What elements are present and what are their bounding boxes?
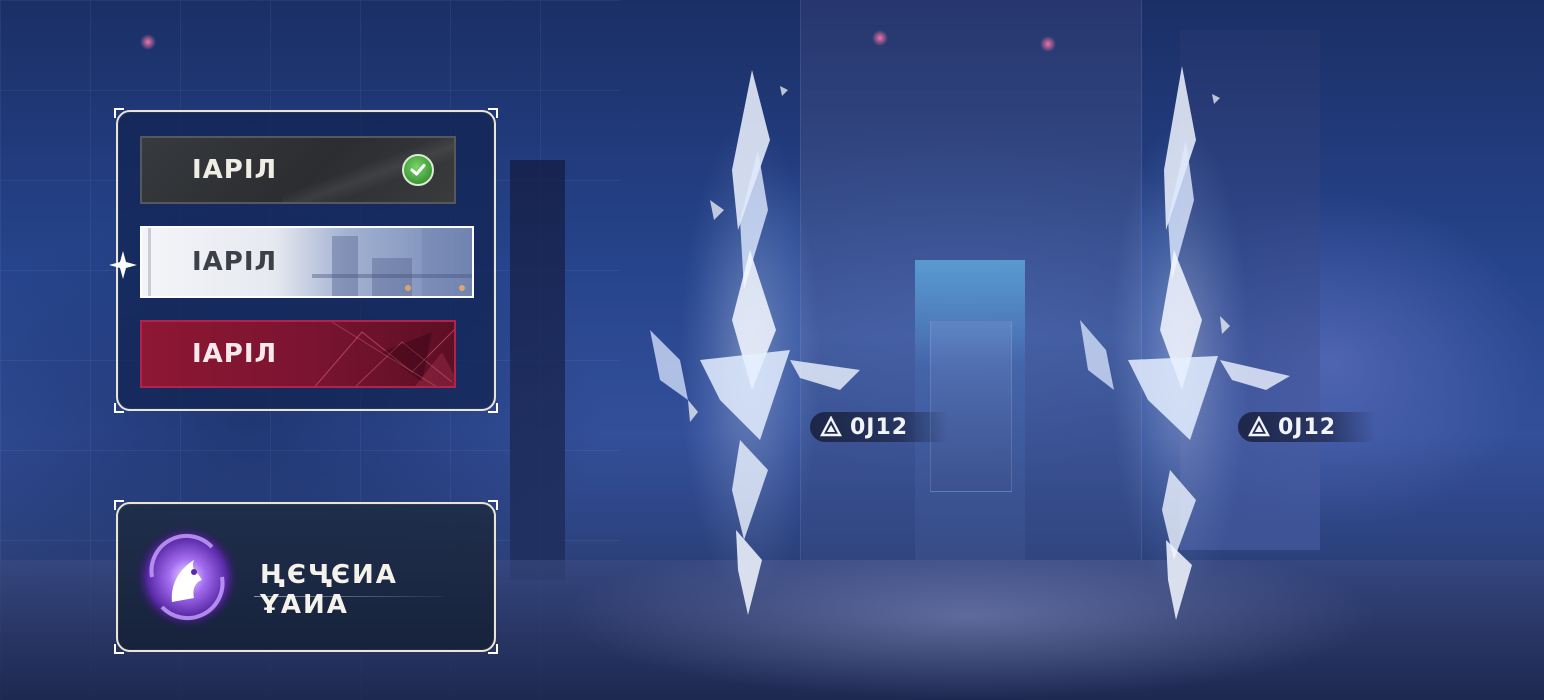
world-tag-label: 0J12 (1278, 414, 1337, 440)
sparkle-icon (109, 251, 137, 279)
light-option-label: ІАРІЛ (192, 247, 278, 277)
button-shard-pattern (314, 322, 454, 386)
red-option-label: ІАРІЛ (192, 339, 278, 369)
button-styles-panel: ІАРІЛ ІАРІЛ ІАРІЛ (109, 108, 498, 413)
panel-corner (488, 500, 498, 510)
panel-corner (488, 644, 498, 654)
world-tag-label: 0J12 (850, 414, 909, 440)
red-option-button[interactable]: ІАРІЛ (140, 320, 456, 388)
title-underline (254, 596, 444, 597)
dark-option-button[interactable]: ІАРІЛ (140, 136, 456, 204)
panel-corner (488, 108, 498, 118)
title-card-title: ҢЄҶЄИА ҰАИА (260, 560, 398, 620)
light-option-button[interactable]: ІАРІЛ (140, 226, 474, 298)
title-card: ҢЄҶЄИА ҰАИА (114, 500, 498, 654)
background-lamp (1040, 36, 1056, 52)
dark-option-label: ІАРІЛ (192, 155, 278, 185)
button-accent-bar (148, 228, 151, 296)
background-lamp (872, 30, 888, 46)
world-tag: 0J12 (1238, 412, 1377, 442)
background-lamp (140, 34, 156, 50)
panel-corner (488, 403, 498, 413)
panel-corner (114, 644, 124, 654)
panel-corner (114, 108, 124, 118)
world-tag: 0J12 (810, 412, 949, 442)
panel-corner (114, 500, 124, 510)
triangle-glyph-icon (1248, 416, 1270, 437)
checkmark-circle-icon (402, 154, 434, 186)
crystal-effect-left (650, 70, 860, 615)
crystal-effect-right (1080, 66, 1290, 620)
background-tower-left (510, 160, 565, 580)
purple-wolf-swirl-emblem (135, 525, 239, 629)
panel-corner (114, 403, 124, 413)
building-door (930, 320, 1012, 492)
button-scene-art (312, 228, 472, 296)
triangle-glyph-icon (820, 416, 842, 437)
